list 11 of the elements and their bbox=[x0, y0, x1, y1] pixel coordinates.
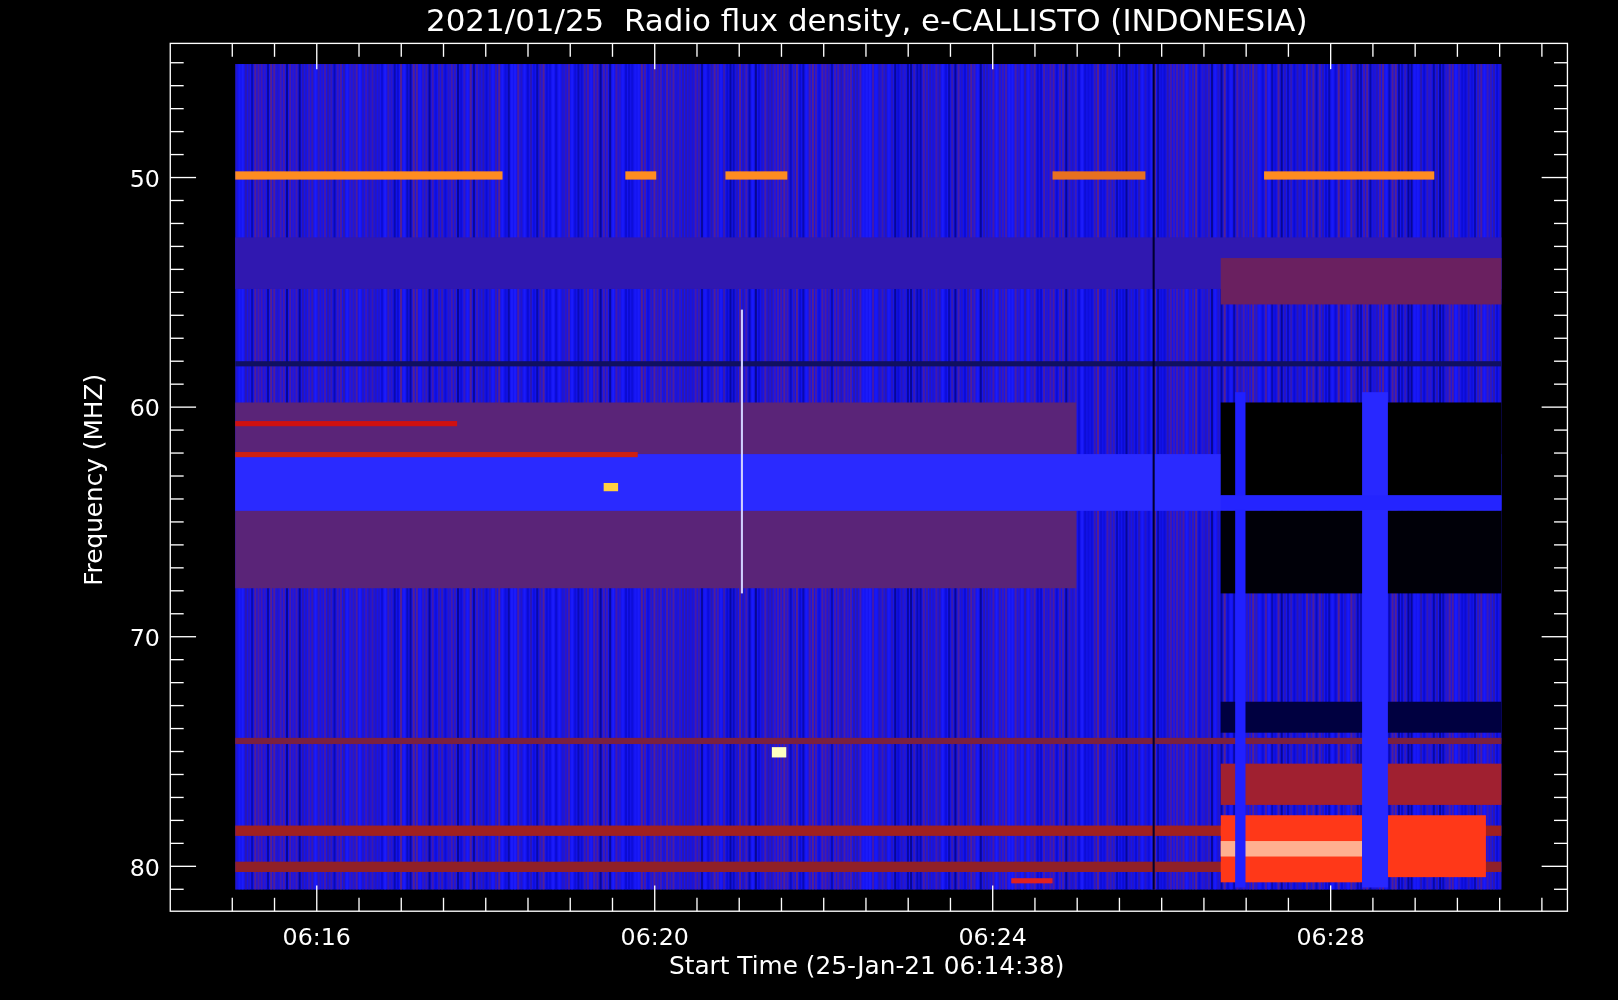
tick-label: 50 bbox=[129, 164, 160, 193]
tick-label: 06:28 bbox=[1296, 923, 1365, 952]
chart-title: 2021/01/25 Radio flux density, e-CALLISTO (INDONESIA) bbox=[426, 2, 1308, 38]
axis-title: Start Time (25-Jan-21 06:14:38) bbox=[669, 951, 1065, 981]
tick-label: 06:16 bbox=[282, 923, 351, 952]
tick-label: 80 bbox=[129, 853, 160, 882]
tick-label: 70 bbox=[129, 624, 160, 652]
tick-label: 60 bbox=[129, 394, 160, 423]
tick-label: 06:20 bbox=[620, 923, 689, 952]
axis-title: Frequency (MHZ) bbox=[79, 373, 109, 586]
tick-label: 06:24 bbox=[958, 923, 1027, 952]
